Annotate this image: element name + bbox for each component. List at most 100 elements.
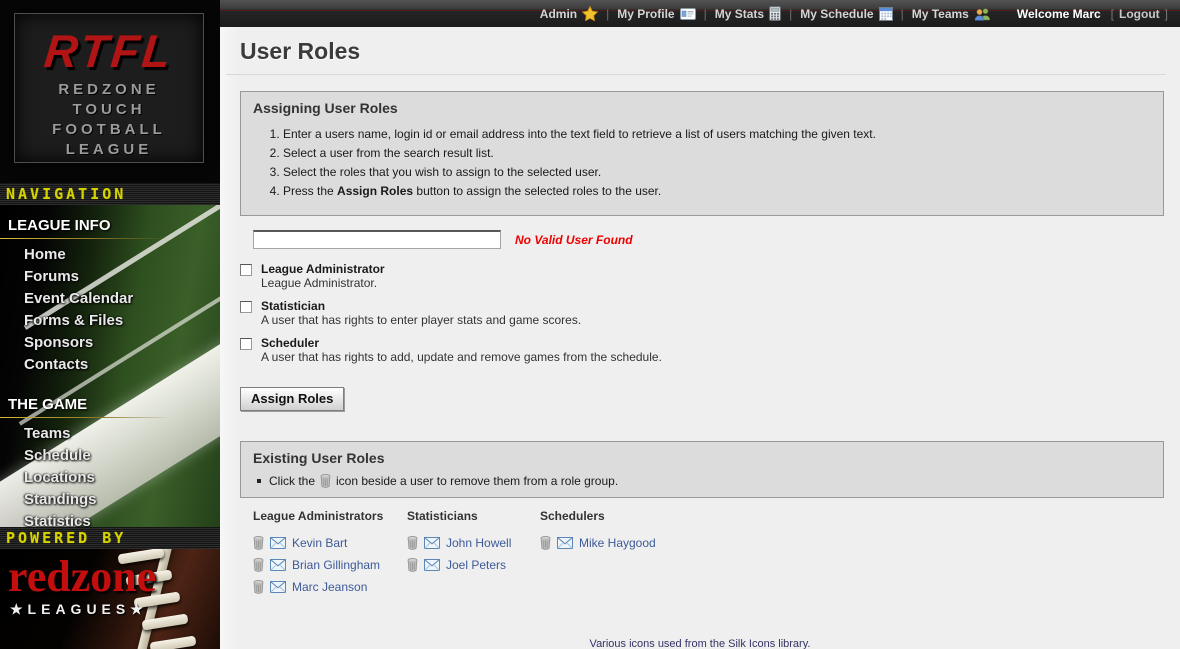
sidebar-item-statistics[interactable]: Statistics — [0, 511, 220, 527]
remove-user-bin-icon[interactable] — [253, 580, 264, 594]
user-row: Kevin Bart — [253, 532, 407, 554]
role-group-header: League Administrators — [253, 509, 407, 523]
role-group-league-administrators: League Administrators Kevin Bart Brian Gil… — [253, 509, 407, 598]
footer-silk-icons-credit[interactable]: Various icons used from the Silk Icons l… — [220, 638, 1180, 649]
sidebar-item-home[interactable]: Home — [0, 244, 220, 266]
email-icon[interactable] — [270, 537, 286, 549]
sidebar-item-locations[interactable]: Locations — [0, 467, 220, 489]
sidebar-section-title: THE GAME — [0, 390, 220, 415]
welcome-text: Welcome Marc — [1017, 7, 1101, 21]
user-row: Joel Peters — [407, 554, 540, 576]
remove-user-bin-icon[interactable] — [407, 558, 418, 572]
rtfl-logo-acronym: RTFL — [12, 24, 206, 78]
email-icon[interactable] — [424, 537, 440, 549]
remove-user-bin-icon[interactable] — [540, 536, 551, 550]
email-icon[interactable] — [270, 559, 286, 571]
redzone-leagues-logo: redzone ★LEAGUES★ — [0, 549, 220, 649]
main-area: Admin|My Profile|My Stats|My Schedule|My… — [220, 0, 1180, 649]
role-checkbox-league-administrator[interactable] — [240, 264, 252, 276]
group-icon — [974, 7, 991, 21]
football-lace-decoration — [150, 635, 197, 649]
user-search-input[interactable] — [253, 230, 501, 249]
star-icon — [582, 6, 598, 21]
email-icon[interactable] — [424, 559, 440, 571]
league-logo-block: RTFL REDZONE TOUCH FOOTBALL LEAGUE — [0, 0, 220, 183]
topbar-item-label: My Profile — [617, 7, 674, 21]
remove-user-bin-icon[interactable] — [253, 536, 264, 550]
sidebar-section-title: LEAGUE INFO — [0, 211, 220, 236]
topbar-item-label: My Teams — [912, 7, 969, 21]
topbar-separator: | — [901, 7, 904, 21]
calendar-icon — [879, 7, 893, 21]
instruction-step: Select a user from the search result lis… — [283, 146, 1151, 160]
sidebar-item-forms-files[interactable]: Forms & Files — [0, 310, 220, 332]
role-text: SchedulerA user that has rights to add, … — [261, 336, 662, 364]
user-link-mike-haygood[interactable]: Mike Haygood — [579, 536, 656, 550]
sidebar-section-the-game: THE GAME TeamsScheduleLocationsStandingsS… — [0, 390, 220, 527]
role-checkbox-list: League AdministratorLeague Administrator… — [240, 262, 1180, 364]
role-group-schedulers: SchedulersMike Haygood — [540, 509, 656, 598]
sidebar: RTFL REDZONE TOUCH FOOTBALL LEAGUE NAVIG… — [0, 0, 220, 649]
logout-link[interactable]: Logout — [1119, 7, 1160, 21]
remove-user-bin-icon[interactable] — [407, 536, 418, 550]
role-name: Statistician — [261, 299, 581, 313]
topbar-separator: | — [704, 7, 707, 21]
topbar-item-admin[interactable]: Admin — [540, 6, 598, 21]
sidebar-item-teams[interactable]: Teams — [0, 423, 220, 445]
bin-icon — [320, 474, 331, 488]
user-row: Marc Jeanson — [253, 576, 407, 598]
user-link-brian-gillingham[interactable]: Brian Gillingham — [292, 558, 380, 572]
sidebar-item-standings[interactable]: Standings — [0, 489, 220, 511]
topbar-item-my-schedule[interactable]: My Schedule — [800, 7, 892, 21]
topbar-separator: | — [789, 7, 792, 21]
search-error-message: No Valid User Found — [515, 233, 633, 247]
email-icon[interactable] — [270, 581, 286, 593]
sidebar-item-forums[interactable]: Forums — [0, 266, 220, 288]
assign-roles-button[interactable]: Assign Roles — [240, 387, 344, 411]
role-groups: League Administrators Kevin Bart Brian Gil… — [253, 509, 1180, 598]
topbar-item-my-profile[interactable]: My Profile — [617, 7, 695, 21]
sidebar-item-schedule[interactable]: Schedule — [0, 445, 220, 467]
remove-user-bin-icon[interactable] — [253, 558, 264, 572]
role-description: A user that has rights to enter player s… — [261, 313, 581, 327]
role-checkbox-statistician[interactable] — [240, 301, 252, 313]
topbar-item-my-stats[interactable]: My Stats — [715, 6, 781, 21]
navigation-banner: NAVIGATION — [0, 183, 220, 205]
role-name: Scheduler — [261, 336, 662, 350]
role-description: League Administrator. — [261, 276, 385, 290]
topbar-item-my-teams[interactable]: My Teams — [912, 7, 991, 21]
section-underline-decoration — [0, 238, 220, 239]
sidebar-item-event-calendar[interactable]: Event Calendar — [0, 288, 220, 310]
instruction-text: Press the — [283, 184, 337, 198]
assigning-box-title: Assigning User Roles — [253, 100, 1151, 116]
instruction-step: Select the roles that you wish to assign… — [283, 165, 1151, 179]
user-row: Mike Haygood — [540, 532, 656, 554]
logout-bracket: ] — [1165, 7, 1168, 21]
topbar: Admin|My Profile|My Stats|My Schedule|My… — [220, 0, 1180, 27]
content: User Roles Assigning User Roles Enter a … — [220, 27, 1180, 649]
page-title: User Roles — [240, 38, 1180, 65]
user-link-john-howell[interactable]: John Howell — [446, 536, 511, 550]
section-underline-decoration — [0, 417, 220, 418]
role-group-header: Statisticians — [407, 509, 540, 523]
topbar-item-label: Admin — [540, 7, 577, 21]
user-link-kevin-bart[interactable]: Kevin Bart — [292, 536, 347, 550]
role-checkbox-scheduler[interactable] — [240, 338, 252, 350]
bullet-decoration — [257, 479, 261, 483]
powered-by-banner: POWERED BY — [0, 527, 220, 549]
existing-box-title: Existing User Roles — [253, 450, 1151, 466]
user-link-joel-peters[interactable]: Joel Peters — [446, 558, 506, 572]
rtfl-logo-line: REDZONE — [15, 80, 203, 100]
role-option-statistician: StatisticianA user that has rights to en… — [240, 299, 1180, 327]
email-icon[interactable] — [557, 537, 573, 549]
user-row: John Howell — [407, 532, 540, 554]
existing-note: Click the icon beside a user to remove t… — [255, 474, 1151, 488]
sidebar-item-sponsors[interactable]: Sponsors — [0, 332, 220, 354]
instruction-text: button to assign the selected roles to t… — [413, 184, 661, 198]
rtfl-logo-line: TOUCH — [15, 100, 203, 120]
calculator-icon — [769, 6, 781, 21]
sidebar-item-contacts[interactable]: Contacts — [0, 354, 220, 376]
footer: Various icons used from the Silk Icons l… — [220, 638, 1180, 649]
note-text: icon beside a user to remove them from a… — [336, 474, 618, 488]
user-link-marc-jeanson[interactable]: Marc Jeanson — [292, 580, 367, 594]
